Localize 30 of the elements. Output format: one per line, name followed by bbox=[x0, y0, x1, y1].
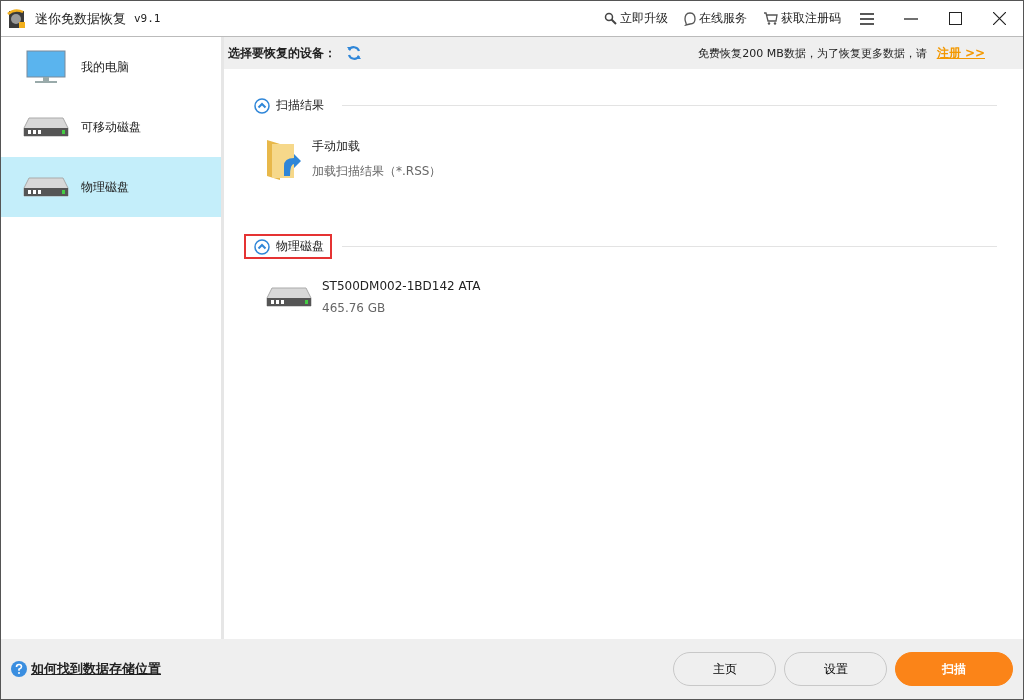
free-quota-notice: 免费恢复200 MB数据，为了恢复更多数据，请 bbox=[698, 45, 927, 61]
refresh-icon[interactable] bbox=[346, 45, 362, 61]
search-icon bbox=[604, 12, 617, 25]
device-prompt: 选择要恢复的设备： bbox=[228, 44, 336, 62]
cart-icon bbox=[763, 12, 778, 25]
collapse-icon[interactable] bbox=[254, 238, 270, 255]
sidebar-item[interactable]: 可移动磁盘 bbox=[1, 97, 221, 157]
version-label: v9.1 bbox=[134, 12, 161, 25]
sidebar-item[interactable]: 我的电脑 bbox=[1, 37, 221, 97]
section-header[interactable]: 扫描结果 bbox=[244, 93, 332, 118]
window-title: 迷你免数据恢复 bbox=[35, 9, 126, 28]
help-link[interactable]: 如何找到数据存储位置 bbox=[31, 660, 161, 678]
monitor-icon bbox=[26, 50, 66, 84]
sidebar-item[interactable]: 物理磁盘 bbox=[1, 157, 221, 217]
footer-button[interactable]: 主页 bbox=[673, 652, 776, 686]
item-detail: 465.76 GB bbox=[322, 301, 387, 315]
help-icon[interactable] bbox=[11, 661, 27, 677]
footer-button[interactable]: 设置 bbox=[784, 652, 887, 686]
app-logo-icon bbox=[7, 7, 27, 30]
chat-bubble-icon bbox=[684, 11, 696, 26]
folder-shortcut-icon bbox=[266, 138, 302, 180]
item-name[interactable]: 手动加载 bbox=[312, 138, 442, 155]
item-detail: 加载扫描结果（*.RSS） bbox=[312, 163, 442, 180]
drive-icon bbox=[23, 114, 69, 140]
title-link[interactable]: 立即升级 bbox=[620, 10, 668, 27]
collapse-icon[interactable] bbox=[254, 97, 270, 114]
title-link[interactable]: 在线服务 bbox=[699, 10, 747, 27]
item-name[interactable]: ST500DM002-1BD142 ATA bbox=[322, 279, 481, 293]
title-link[interactable]: 获取注册码 bbox=[781, 10, 841, 27]
section-header[interactable]: 物理磁盘 bbox=[244, 234, 332, 259]
